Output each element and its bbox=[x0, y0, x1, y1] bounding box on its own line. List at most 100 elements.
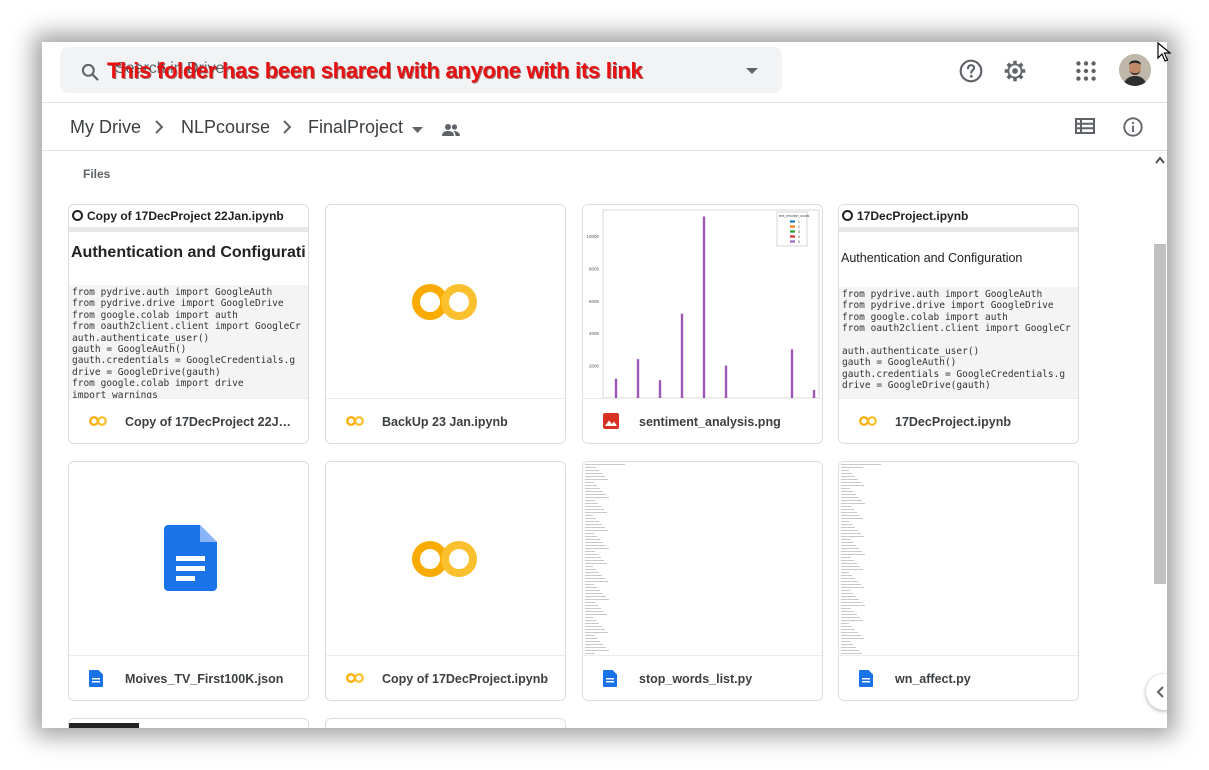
search-icon[interactable] bbox=[80, 62, 100, 82]
text-line bbox=[585, 563, 607, 564]
image-icon bbox=[603, 413, 619, 429]
scroll-up-icon[interactable] bbox=[1155, 156, 1165, 164]
code-line: from pydrive.auth import GoogleAuth bbox=[842, 289, 1043, 300]
text-line bbox=[841, 506, 851, 507]
text-line bbox=[841, 623, 849, 624]
chart-bar bbox=[680, 313, 684, 398]
gear-icon[interactable] bbox=[1002, 58, 1028, 84]
file-card[interactable] bbox=[68, 718, 309, 728]
text-line bbox=[841, 614, 857, 615]
text-line bbox=[841, 512, 857, 513]
notebook-heading: Authentication and Configurati bbox=[71, 244, 306, 261]
code-line: from oauth2client.client import GoogleCr bbox=[72, 321, 301, 333]
text-line bbox=[585, 539, 600, 540]
text-line bbox=[841, 569, 863, 570]
text-line bbox=[841, 530, 858, 531]
chevron-down-icon[interactable] bbox=[412, 127, 423, 133]
colab-logo-icon bbox=[72, 210, 83, 221]
legend-label: 4 bbox=[798, 235, 800, 239]
text-line bbox=[585, 572, 599, 573]
avatar[interactable] bbox=[1119, 54, 1151, 86]
file-name: wn_affect.py bbox=[895, 672, 971, 686]
code-line: gauth.credentials = GoogleCredentials.g bbox=[842, 368, 1066, 380]
file-card[interactable]: Copy of 17DecProject 22Jan.ipynb Authent… bbox=[68, 204, 309, 444]
apps-grid-icon[interactable] bbox=[1073, 58, 1099, 84]
chart-bar bbox=[658, 380, 662, 398]
file-card[interactable]: Copy of 17DecProject.ipynb bbox=[325, 461, 566, 701]
text-line bbox=[585, 515, 593, 516]
file-card-footer: sentiment_analysis.png bbox=[583, 398, 822, 443]
text-line bbox=[841, 599, 859, 600]
file-card[interactable]: BackUp 23 Jan.ipynb bbox=[325, 204, 566, 444]
text-preview bbox=[585, 464, 645, 655]
text-line bbox=[585, 467, 596, 468]
text-line bbox=[585, 578, 605, 579]
text-line bbox=[841, 557, 851, 558]
chart-bar bbox=[636, 359, 640, 398]
text-line bbox=[841, 467, 863, 468]
text-line bbox=[585, 485, 597, 486]
file-card[interactable]: 17DecProject.ipynb Authentication and Co… bbox=[838, 204, 1079, 444]
text-line bbox=[585, 464, 625, 465]
file-card[interactable] bbox=[325, 718, 566, 728]
file-name: Copy of 17DecProject.ipynb bbox=[382, 672, 549, 686]
text-line bbox=[585, 473, 602, 474]
file-card-footer: 17DecProject.ipynb bbox=[839, 398, 1078, 443]
file-card[interactable]: stop_words_list.py bbox=[582, 461, 823, 701]
text-line bbox=[585, 530, 608, 531]
text-line bbox=[585, 560, 604, 561]
colab-icon bbox=[859, 416, 877, 426]
text-line bbox=[585, 518, 596, 519]
file-card[interactable]: wn_affect.py bbox=[838, 461, 1079, 701]
chevron-left-icon bbox=[1156, 686, 1164, 698]
scrollbar-thumb[interactable] bbox=[1154, 244, 1166, 584]
text-line bbox=[585, 575, 602, 576]
file-name: BackUp 23 Jan.ipynb bbox=[382, 415, 508, 429]
text-line bbox=[585, 608, 601, 609]
chart-bar bbox=[724, 365, 728, 398]
file-thumbnail bbox=[69, 462, 308, 655]
text-line bbox=[841, 536, 864, 537]
text-line bbox=[585, 611, 604, 612]
breadcrumb-current-folder[interactable]: FinalProject bbox=[308, 117, 403, 138]
info-icon[interactable] bbox=[1122, 116, 1144, 138]
text-line bbox=[841, 551, 862, 552]
doc-large-icon bbox=[164, 525, 217, 591]
text-line bbox=[841, 482, 861, 483]
help-icon[interactable] bbox=[958, 58, 984, 84]
code-line: from google.colab import auth bbox=[72, 309, 238, 321]
text-line bbox=[841, 626, 852, 627]
breadcrumb-my-drive[interactable]: My Drive bbox=[70, 117, 141, 138]
file-thumbnail bbox=[69, 723, 139, 728]
notebook-code: from pydrive.auth import GoogleAuth from… bbox=[839, 287, 1078, 398]
text-line bbox=[841, 653, 862, 654]
file-thumbnail: 17DecProject.ipynb Authentication and Co… bbox=[839, 205, 1078, 398]
search-options-icon[interactable] bbox=[746, 68, 758, 75]
text-line bbox=[585, 524, 602, 525]
notebook-header: 17DecProject.ipynb bbox=[839, 205, 1078, 232]
file-name: 17DecProject.ipynb bbox=[895, 415, 1012, 429]
breadcrumb-nlpcourse[interactable]: NLPcourse bbox=[181, 117, 270, 138]
text-line bbox=[585, 566, 593, 567]
text-line bbox=[841, 479, 858, 480]
text-line bbox=[841, 554, 865, 555]
text-line bbox=[841, 560, 854, 561]
text-line bbox=[841, 524, 852, 525]
text-line bbox=[585, 599, 609, 600]
sentiment-chart: 2000 4000 6000 8000 10000 text_emotion_words 1… bbox=[586, 209, 820, 398]
text-line bbox=[585, 497, 609, 498]
text-line bbox=[841, 596, 856, 597]
colab-icon bbox=[346, 673, 364, 683]
file-thumbnail bbox=[839, 462, 1078, 655]
list-view-icon[interactable] bbox=[1075, 117, 1095, 135]
file-card[interactable]: 2000 4000 6000 8000 10000 text_emotion_words 1… bbox=[582, 204, 823, 444]
text-line bbox=[841, 503, 865, 504]
text-line bbox=[841, 533, 861, 534]
file-card[interactable]: Moives_TV_First100K.json bbox=[68, 461, 309, 701]
notebook-title: 17DecProject.ipynb bbox=[857, 209, 969, 223]
text-line bbox=[841, 632, 858, 633]
file-thumbnail bbox=[326, 462, 565, 655]
text-line bbox=[585, 629, 605, 630]
text-line bbox=[585, 512, 607, 513]
text-line bbox=[585, 638, 597, 639]
